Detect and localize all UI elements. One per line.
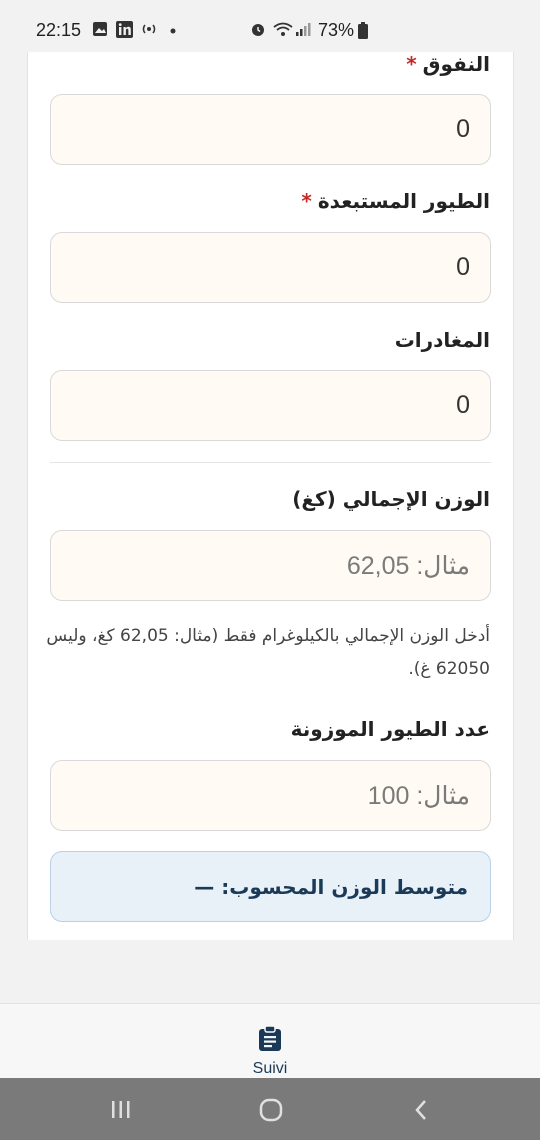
weighed-birds-label: عدد الطيور الموزونة [290,717,490,741]
system-nav-bar [0,1078,540,1140]
battery-percent: 73% [318,20,355,40]
status-time: 22:15 [36,20,82,40]
battery-icon [358,22,368,39]
signal-icon [296,23,311,36]
culled-birds-label: الطيور المستبعدة* [301,189,490,213]
recent-apps-icon[interactable] [110,1100,132,1120]
departures-label: المغادرات [394,328,490,352]
hotspot-icon [142,24,156,34]
section-divider [50,462,491,463]
alarm-icon [252,24,264,36]
average-weight-box: متوسط الوزن المحسوب: — [50,851,491,922]
required-marker: * [301,189,312,213]
linkedin-icon [116,21,133,38]
back-icon[interactable] [413,1099,429,1121]
bottom-nav: Suivi [0,1003,540,1078]
average-weight-text: متوسط الوزن المحسوب: — [194,874,468,899]
wifi-icon [273,22,293,36]
nav-label-suivi: Suivi [252,1060,288,1077]
total-weight-label: الوزن الإجمالي (كغ) [292,487,490,511]
nav-item-suivi[interactable]: Suivi [230,1004,310,1079]
total-weight-help-text: أدخل الوزن الإجمالي بالكيلوغرام فقط (مثا… [46,626,490,679]
culled-birds-input[interactable]: 0 [50,232,491,303]
home-icon[interactable] [259,1098,283,1122]
dot-icon [170,28,176,34]
mortality-label: النفوق* [406,52,490,76]
gallery-icon [93,22,107,36]
weighed-birds-input[interactable]: مثال: 100 [50,760,491,831]
mortality-input[interactable]: 0 [50,94,491,165]
total-weight-input[interactable]: مثال: 62,05 [50,530,491,601]
status-bar: 22:15 73% [0,0,540,52]
clipboard-icon [259,1026,281,1051]
departures-input[interactable]: 0 [50,370,491,441]
required-marker: * [406,52,417,76]
